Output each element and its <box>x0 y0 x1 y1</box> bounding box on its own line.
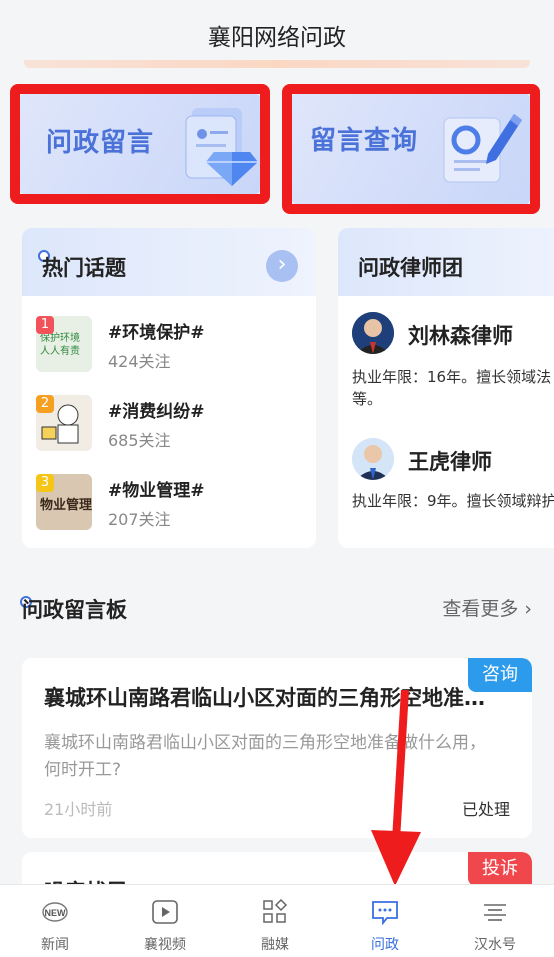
lawyer-team-title: 问政律师团 <box>358 256 463 280</box>
message-time: 21小时前 <box>44 800 113 819</box>
topic-thumb-text: 保护环境 人人有责 <box>40 333 80 357</box>
message-icon <box>372 901 398 925</box>
hot-topics-header: 热门话题 › <box>22 228 316 296</box>
app-header: 襄阳网络问政 <box>0 0 554 68</box>
view-more-label: 查看更多 <box>442 598 519 620</box>
lawyer-team-header: 问政律师团 <box>338 228 554 296</box>
view-more-link[interactable]: 查看更多 › <box>442 594 532 621</box>
header-decor-bar <box>24 60 530 68</box>
lawyer-desc: 执业年限：9年。擅长领域辩护 <box>352 492 554 510</box>
tab-label: 融媒 <box>261 937 289 953</box>
topic-follows: 424关注 <box>108 352 171 371</box>
chevron-right-icon: › <box>524 598 532 620</box>
topic-follows: 207关注 <box>108 510 171 529</box>
topic-name: #环境保护# <box>108 323 205 343</box>
topic-name: #消费纠纷# <box>108 402 205 422</box>
lawyer-name: 王虎律师 <box>408 450 492 474</box>
tab-label: 汉水号 <box>474 937 516 953</box>
hot-topics-more-icon[interactable]: › <box>266 250 298 282</box>
video-icon <box>152 900 178 924</box>
tab-hanshui[interactable]: 汉水号 <box>440 885 550 957</box>
avatar <box>352 312 394 354</box>
tab-label: 襄视频 <box>144 937 186 953</box>
apps-icon <box>263 899 288 923</box>
bottom-tab-bar: NEW 新闻 襄视频 融媒 问政 汉水号 <box>0 884 554 957</box>
topic-thumb-text: 物业管理 <box>40 498 92 513</box>
message-card[interactable]: 咨询 襄城环山南路君临山小区对面的三角形空地准备做什么用，何时开工? 襄城环山南… <box>22 658 532 838</box>
rank-badge: 1 <box>36 316 54 334</box>
ask-message-label: 问政留言 <box>46 128 155 158</box>
document-pen-icon <box>443 114 522 183</box>
board-title: 问政留言板 <box>22 598 127 622</box>
rank-badge: 2 <box>36 395 54 413</box>
hot-topics-card[interactable]: 热门话题 › 保护环境 人人有责 1 #环境保护# 424关注 2 #消费纠纷#… <box>22 228 316 548</box>
person-icon <box>352 312 394 354</box>
hot-topics-title: 热门话题 <box>42 256 126 280</box>
tab-label: 新闻 <box>41 937 69 953</box>
lawyer-desc: 执业年限：16年。擅长领域法等。 <box>352 368 552 408</box>
person-icon <box>352 438 394 480</box>
avatar <box>352 438 394 480</box>
query-message-label: 留言查询 <box>310 126 419 156</box>
rank-badge: 3 <box>36 474 54 492</box>
lines-icon <box>484 904 506 921</box>
message-content: 襄城环山南路君临山小区对面的三角形空地准备做什么用，何时开工? <box>44 733 486 780</box>
annotation-arrow-icon <box>371 690 421 886</box>
tab-media[interactable]: 融媒 <box>220 885 330 957</box>
message-status: 已处理 <box>461 800 510 819</box>
svg-text:NEW: NEW <box>45 908 67 918</box>
document-diamond-icon <box>185 108 258 186</box>
tab-label: 问政 <box>371 937 399 953</box>
lawyer-team-card[interactable]: 问政律师团 刘林森律师 执业年限：16年。擅长领域法等。 王虎律师 执业年限：9… <box>338 228 554 548</box>
news-icon: NEW <box>42 902 68 922</box>
ask-message-button[interactable]: 问政留言 <box>10 84 270 204</box>
topic-name: #物业管理# <box>108 481 205 501</box>
tab-video[interactable]: 襄视频 <box>110 885 220 957</box>
lawyer-name: 刘林森律师 <box>408 324 513 348</box>
tab-news[interactable]: NEW 新闻 <box>0 885 110 957</box>
page-title: 襄阳网络问政 <box>208 25 346 51</box>
tab-wenzheng[interactable]: 问政 <box>330 885 440 957</box>
topic-follows: 685关注 <box>108 431 171 450</box>
query-message-button[interactable]: 留言查询 <box>282 84 540 214</box>
